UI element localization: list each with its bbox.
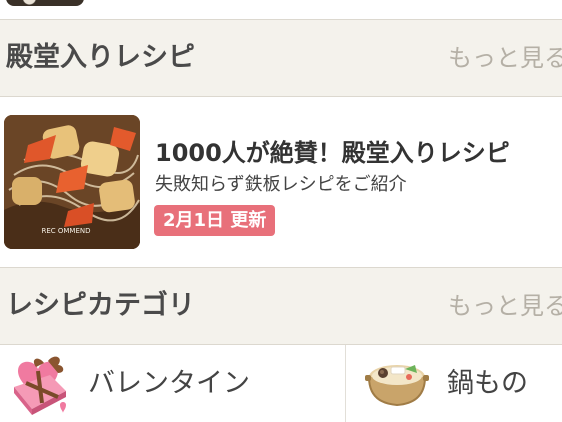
section-title-hall-of-fame: 殿堂入りレシピ bbox=[6, 42, 195, 73]
category-section-header: レシピカテゴリ もっと見る bbox=[0, 267, 562, 345]
update-badge: 2月1日 更新 bbox=[154, 205, 276, 236]
thumb-caption: REC OMMEND bbox=[41, 227, 90, 235]
feature-description: 失敗知らず鉄板レシピをご紹介 bbox=[155, 174, 407, 195]
category-label-valentine: バレンタイン bbox=[88, 368, 250, 399]
hot-pot-icon bbox=[365, 365, 429, 407]
heart-gift-box-icon bbox=[14, 356, 66, 415]
more-link-categories[interactable]: もっと見る bbox=[448, 268, 562, 344]
feature-recipe-photo: REC OMMEND bbox=[4, 115, 140, 249]
hall-of-fame-feature-card[interactable]: REC OMMEND 1000人が絶賛！殿堂入りレシピ 失敗知らず鉄板レシピをご… bbox=[0, 97, 562, 267]
category-label-hot-pot: 鍋もの bbox=[447, 368, 528, 399]
section-title-categories: レシピカテゴリ bbox=[6, 290, 195, 321]
feature-title: 1000人が絶賛！殿堂入りレシピ bbox=[155, 139, 510, 167]
recipe-app-screen: 殿堂入りレシピ もっと見る REC OMMEND 1000人が絶賛！殿堂入りレシ… bbox=[0, 0, 562, 422]
nikujaga-photo-illustration: REC OMMEND bbox=[4, 115, 140, 249]
more-link-hall-of-fame[interactable]: もっと見る bbox=[448, 20, 562, 96]
previous-item-thumbnail[interactable] bbox=[6, 0, 84, 6]
previous-content-strip bbox=[0, 0, 562, 19]
category-item-valentine[interactable]: バレンタイン bbox=[0, 345, 346, 422]
category-grid-row: バレンタイン 鍋もの bbox=[0, 345, 562, 422]
category-item-hot-pot[interactable]: 鍋もの bbox=[347, 345, 562, 422]
hall-of-fame-section-header: 殿堂入りレシピ もっと見る bbox=[0, 19, 562, 97]
